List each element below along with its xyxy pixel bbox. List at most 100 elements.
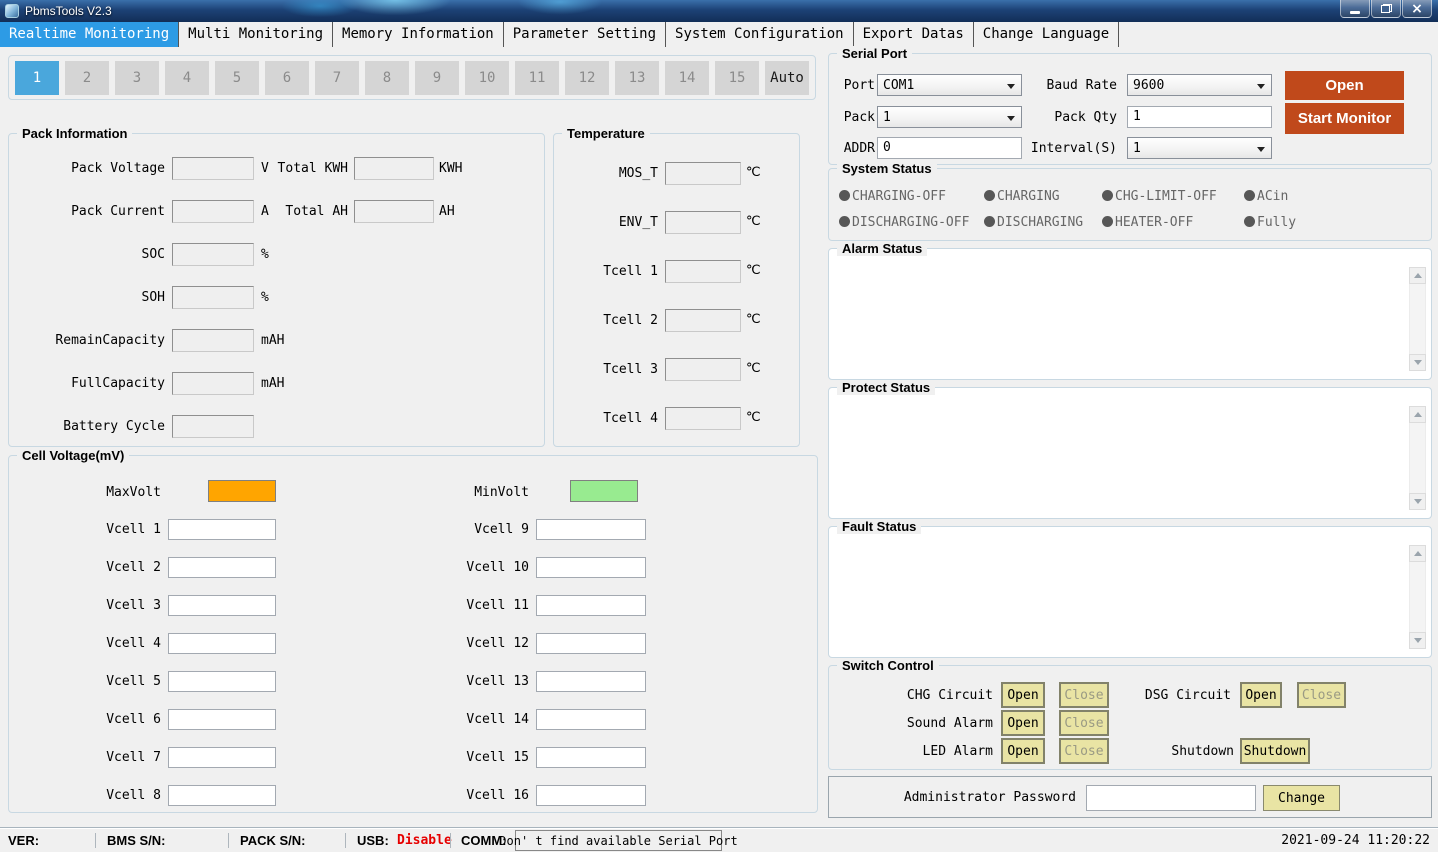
status-item-label: DISCHARGING: [997, 215, 1083, 230]
shutdown-button[interactable]: Shutdown: [1240, 738, 1310, 764]
chg-circuit-label: CHG Circuit: [829, 688, 993, 703]
arrow-up-icon: [1414, 273, 1422, 278]
system-status-title: System Status: [837, 161, 937, 176]
scroll-down-button[interactable]: [1409, 632, 1426, 649]
alarm-status-scrollbar[interactable]: [1409, 267, 1426, 371]
tab-change-language[interactable]: Change Language: [974, 22, 1119, 47]
unit-label: %: [261, 290, 301, 305]
scroll-up-button[interactable]: [1409, 267, 1426, 284]
pack-button-6[interactable]: 6: [265, 61, 309, 95]
vcell-4-field: [168, 633, 276, 654]
close-button[interactable]: ×: [1402, 0, 1432, 18]
unit-label: mAH: [261, 333, 301, 348]
tab-memory-information[interactable]: Memory Information: [333, 22, 504, 47]
pack-button-3[interactable]: 3: [115, 61, 159, 95]
tab-export-datas[interactable]: Export Datas: [854, 22, 974, 47]
vcell-8-label: Vcell 8: [9, 788, 161, 803]
tab-system-configuration[interactable]: System Configuration: [666, 22, 854, 47]
remaincapacity-label: RemainCapacity: [9, 333, 165, 348]
soc-field: [172, 243, 254, 266]
pack-button-7[interactable]: 7: [315, 61, 359, 95]
scroll-down-button[interactable]: [1409, 493, 1426, 510]
pack-button-10[interactable]: 10: [465, 61, 509, 95]
pack-qty-input[interactable]: 1: [1127, 106, 1272, 128]
chg-circuit-close-button[interactable]: Close: [1059, 682, 1109, 708]
vcell-3-label: Vcell 3: [9, 598, 161, 613]
scroll-up-button[interactable]: [1409, 545, 1426, 562]
dsg-circuit-close-button[interactable]: Close: [1297, 682, 1346, 708]
tab-multi-monitoring[interactable]: Multi Monitoring: [179, 22, 333, 47]
vcell-4-label: Vcell 4: [9, 636, 161, 651]
dsg-circuit-open-button[interactable]: Open: [1240, 682, 1282, 708]
alarm-status-title: Alarm Status: [837, 241, 927, 256]
pack-button-9[interactable]: 9: [415, 61, 459, 95]
pack-button-1[interactable]: 1: [15, 61, 59, 95]
pack-voltage-label: Pack Voltage: [9, 161, 165, 176]
restore-button[interactable]: [1371, 0, 1401, 18]
pack-qty-label: Pack Qty: [997, 110, 1117, 125]
tab-realtime-monitoring[interactable]: Realtime Monitoring: [0, 22, 179, 47]
pack-button-4[interactable]: 4: [165, 61, 209, 95]
pack-button-8[interactable]: 8: [365, 61, 409, 95]
vcell-7-label: Vcell 7: [9, 750, 161, 765]
total-ah-field: [354, 200, 434, 223]
led-alarm-close-button[interactable]: Close: [1059, 738, 1109, 764]
pack-button-12[interactable]: 12: [565, 61, 609, 95]
admin-password-input[interactable]: [1086, 785, 1256, 811]
app-icon: [5, 4, 19, 18]
mos-t-field: [665, 162, 741, 185]
celsius-unit-label: ℃: [746, 312, 770, 327]
pack-button-13[interactable]: 13: [615, 61, 659, 95]
pack-button-2[interactable]: 2: [65, 61, 109, 95]
tcell-1-field: [665, 260, 741, 283]
sound-alarm-open-button[interactable]: Open: [1001, 710, 1045, 736]
vcell-14-field: [536, 709, 646, 730]
pack-button-11[interactable]: 11: [515, 61, 559, 95]
tab-parameter-setting[interactable]: Parameter Setting: [504, 22, 666, 47]
vcell-1-label: Vcell 1: [9, 522, 161, 537]
pack-button-15[interactable]: 15: [715, 61, 759, 95]
cell-voltage-group: Cell Voltage(mV) MaxVolt MinVolt Vcell 1…: [8, 455, 818, 813]
pack-sn-label: PACK S/N:: [240, 833, 305, 848]
protect-status-scrollbar[interactable]: [1409, 406, 1426, 510]
status-item-heater-off: HEATER-OFF: [1102, 215, 1193, 230]
status-item-charging: CHARGING: [984, 189, 1060, 204]
tcell-1-label: Tcell 1: [554, 264, 658, 279]
pack-button-14[interactable]: 14: [665, 61, 709, 95]
vcell-6-label: Vcell 6: [9, 712, 161, 727]
vcell-16-field: [536, 785, 646, 806]
status-item-label: DISCHARGING-OFF: [852, 215, 969, 230]
vcell-5-label: Vcell 5: [9, 674, 161, 689]
baud-rate-select[interactable]: 9600: [1127, 74, 1272, 96]
vcell-2-field: [168, 557, 276, 578]
fullcapacity-label: FullCapacity: [9, 376, 165, 391]
status-led-icon: [1102, 216, 1113, 227]
vcell-15-label: Vcell 15: [377, 750, 529, 765]
fault-status-scrollbar[interactable]: [1409, 545, 1426, 649]
fullcapacity-field: [172, 372, 254, 395]
start-monitor-button[interactable]: Start Monitor: [1285, 103, 1404, 134]
pack-label: Pack: [837, 110, 875, 125]
pack-button-5[interactable]: 5: [215, 61, 259, 95]
status-led-icon: [1244, 190, 1255, 201]
chg-circuit-open-button[interactable]: Open: [1001, 682, 1045, 708]
statusbar-divider: [345, 833, 346, 848]
port-label: Port: [837, 78, 875, 93]
statusbar-divider: [95, 833, 96, 848]
open-button[interactable]: Open: [1285, 71, 1404, 100]
vcell-5-field: [168, 671, 276, 692]
pack-information-title: Pack Information: [17, 126, 132, 141]
change-password-button[interactable]: Change: [1263, 785, 1340, 811]
scroll-down-button[interactable]: [1409, 354, 1426, 371]
led-alarm-open-button[interactable]: Open: [1001, 738, 1045, 764]
scroll-up-button[interactable]: [1409, 406, 1426, 423]
sound-alarm-close-button[interactable]: Close: [1059, 710, 1109, 736]
vcell-12-label: Vcell 12: [377, 636, 529, 651]
minimize-button[interactable]: [1340, 0, 1370, 18]
pack-button-auto[interactable]: Auto: [765, 61, 809, 95]
admin-password-label: Administrator Password: [829, 790, 1076, 805]
usb-label: USB:: [357, 833, 389, 848]
battery-cycle-label: Battery Cycle: [9, 419, 165, 434]
status-item-label: HEATER-OFF: [1115, 215, 1193, 230]
interval-select[interactable]: 1: [1127, 137, 1272, 159]
